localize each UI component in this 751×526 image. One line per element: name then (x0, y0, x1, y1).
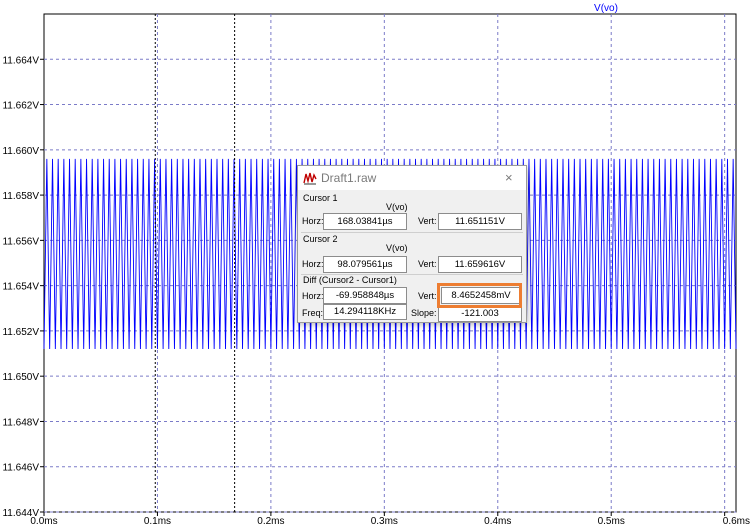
cursor-readout-dialog[interactable]: Draft1.raw × Cursor 1 V(vo) Horz: 168.03… (297, 165, 527, 323)
cursor2-trace: V(vo) (386, 243, 408, 253)
close-icon[interactable]: × (505, 170, 513, 185)
cursor2-vert-label: Vert: (418, 259, 437, 269)
cursor1-horz-field[interactable]: 168.03841µs (323, 213, 407, 230)
ltspice-app-icon (303, 172, 317, 185)
x-tick-label: 0.1ms (144, 516, 171, 526)
trace-label-group[interactable]: V(vo) (592, 3, 620, 15)
cursor1-horz-label: Horz: (302, 216, 324, 226)
x-tick-label: 0.5ms (598, 516, 625, 526)
trace-label: V(vo) (594, 3, 618, 14)
diff-freq-field[interactable]: 14.294118KHz (323, 304, 407, 320)
dialog-title-bar[interactable]: Draft1.raw × (298, 166, 526, 190)
diff-vert-label: Vert: (418, 291, 437, 301)
y-tick-label: 11.646V (2, 463, 39, 474)
y-tick-label: 11.660V (2, 146, 39, 157)
x-tick-label: 0.4ms (484, 516, 511, 526)
y-tick-label: 11.654V (2, 282, 39, 293)
diff-horz-label: Horz: (302, 291, 324, 301)
cursor2-heading: Cursor 2 (303, 234, 338, 244)
x-tick-label: 0.6ms (723, 516, 750, 526)
cursor1-vert-field[interactable]: 11.651151V (438, 213, 522, 230)
diff-horz-field[interactable]: -69.958848µs (323, 287, 407, 304)
cursor1-trace: V(vo) (386, 202, 408, 212)
y-tick-label: 11.658V (2, 191, 39, 202)
y-tick-label: 11.656V (2, 236, 39, 247)
diff-heading: Diff (Cursor2 - Cursor1) (303, 275, 397, 285)
cursor2-horz-field[interactable]: 98.079561µs (323, 256, 407, 273)
dialog-title: Draft1.raw (321, 171, 377, 185)
dialog-separator (301, 232, 523, 233)
cursor1-heading: Cursor 1 (303, 193, 338, 203)
cursor1-vert-label: Vert: (418, 216, 437, 226)
y-tick-label: 11.662V (2, 101, 39, 112)
diff-freq-label: Freq: (302, 308, 324, 318)
x-tick-label: 0.3ms (371, 516, 398, 526)
y-tick-label: 11.648V (2, 417, 39, 428)
highlight-box (437, 283, 522, 308)
y-tick-label: 11.652V (2, 327, 39, 338)
cursor2-vert-field[interactable]: 11.659616V (438, 256, 522, 273)
x-tick-label: 0.2ms (257, 516, 284, 526)
diff-slope-label: Slope: (411, 308, 437, 318)
cursor2-horz-label: Horz: (302, 259, 324, 269)
y-tick-label: 11.650V (2, 372, 39, 383)
y-tick-label: 11.664V (2, 55, 39, 66)
x-tick-label: 0.0ms (30, 516, 57, 526)
diff-slope-field[interactable]: -121.003 (438, 307, 522, 322)
